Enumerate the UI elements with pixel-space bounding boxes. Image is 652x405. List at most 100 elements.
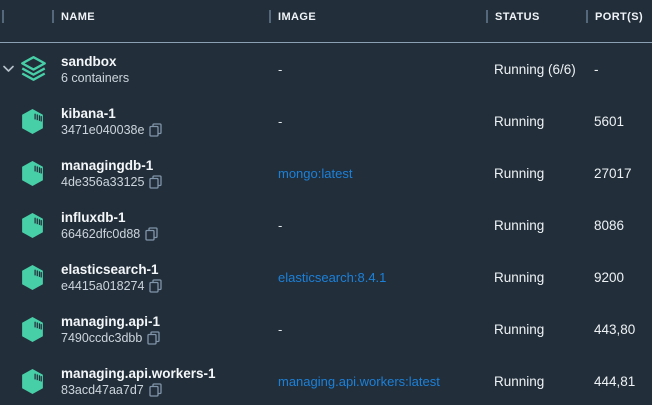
row-icon-cell (0, 108, 52, 135)
container-icon (20, 264, 45, 291)
image-link[interactable]: managing.api.workers:latest (278, 374, 440, 389)
name-cell: elasticsearch-1e4415a018274 (52, 261, 269, 294)
stack-icon (20, 55, 47, 83)
ports-cell: - (586, 62, 652, 77)
status-text: Running (494, 114, 544, 129)
table-header: NAME IMAGE STATUS PORT(S) (0, 0, 652, 43)
column-divider (486, 10, 488, 23)
container-name: influxdb-1 (61, 209, 126, 226)
image-cell: - (269, 114, 486, 129)
container-name: managing.api.workers-1 (61, 365, 216, 382)
ports-cell: 443,80 (586, 322, 652, 337)
status-text: Running (494, 218, 544, 233)
name-cell: kibana-13471e040038e (52, 105, 269, 138)
column-divider (2, 10, 4, 23)
container-icon (20, 212, 45, 239)
container-icon (20, 316, 45, 343)
column-divider (269, 10, 271, 23)
column-divider (586, 10, 588, 23)
image-cell: elasticsearch:8.4.1 (269, 270, 486, 285)
status-cell: Running (6/6) (486, 62, 586, 77)
container-name: managing.api-1 (61, 313, 160, 330)
status-cell: Running (486, 270, 586, 285)
row-icon-cell (0, 212, 52, 239)
table-row[interactable]: managing.api.workers-183acd47aa7d7managi… (0, 355, 652, 405)
image-link[interactable]: mongo:latest (278, 166, 352, 181)
row-icon-cell (0, 264, 52, 291)
container-id: 3471e040038e (61, 122, 144, 138)
copy-icon[interactable] (149, 279, 162, 293)
column-header-label: STATUS (495, 11, 540, 23)
status-cell: Running (486, 166, 586, 181)
name-cell: managingdb-14de356a33125 (52, 157, 269, 190)
container-subtext-row: 4de356a33125 (61, 174, 162, 190)
selection-column-header (0, 0, 52, 42)
copy-icon[interactable] (145, 227, 158, 241)
table-body: sandbox6 containers-Running (6/6)-kibana… (0, 43, 652, 405)
container-name: sandbox (61, 53, 117, 70)
row-icon-cell (0, 160, 52, 187)
copy-icon[interactable] (147, 331, 160, 345)
image-link[interactable]: elasticsearch:8.4.1 (278, 270, 386, 285)
container-subtext-row: 66462dfc0d88 (61, 226, 158, 242)
status-cell: Running (486, 322, 586, 337)
container-name: kibana-1 (61, 105, 116, 122)
container-subtext-row: e4415a018274 (61, 278, 162, 294)
status-cell: Running (486, 114, 586, 129)
name-cell: managing.api.workers-183acd47aa7d7 (52, 365, 269, 398)
column-header-image[interactable]: IMAGE (269, 0, 486, 42)
container-name: elasticsearch-1 (61, 261, 159, 278)
ports-text: 5601 (594, 114, 624, 129)
image-value: - (278, 218, 282, 233)
ports-text: 9200 (594, 270, 624, 285)
container-id: 83acd47aa7d7 (61, 382, 144, 398)
container-id: e4415a018274 (61, 278, 144, 294)
ports-text: 8086 (594, 218, 624, 233)
container-subtext-row: 7490ccdc3dbb (61, 330, 160, 346)
status-text: Running (6/6) (494, 62, 576, 77)
ports-text: - (594, 62, 599, 77)
image-cell: - (269, 218, 486, 233)
status-cell: Running (486, 374, 586, 389)
table-row[interactable]: influxdb-166462dfc0d88-Running8086 (0, 199, 652, 251)
column-header-name[interactable]: NAME (52, 0, 269, 42)
row-icon-cell (0, 368, 52, 395)
image-value: - (278, 62, 282, 77)
name-cell: influxdb-166462dfc0d88 (52, 209, 269, 242)
column-divider (52, 10, 54, 23)
column-header-label: PORT(S) (595, 11, 643, 23)
table-row[interactable]: sandbox6 containers - Running (6/6) - (0, 43, 652, 95)
container-id: 66462dfc0d88 (61, 226, 140, 242)
row-icon-cell (0, 55, 52, 83)
table-row[interactable]: managingdb-14de356a33125 mongo:latest Runn… (0, 147, 652, 199)
table-row[interactable]: kibana-13471e040038e-Running5601 (0, 95, 652, 147)
image-value: - (278, 322, 282, 337)
status-text: Running (494, 322, 544, 337)
ports-cell: 27017 (586, 166, 652, 181)
container-subtext-row: 3471e040038e (61, 122, 162, 138)
container-id: 7490ccdc3dbb (61, 330, 142, 346)
container-subtext-row: 6 containers (61, 70, 129, 86)
ports-cell: 5601 (586, 114, 652, 129)
chevron-down-icon[interactable] (3, 65, 14, 73)
column-header-ports[interactable]: PORT(S) (586, 0, 652, 42)
container-id: 4de356a33125 (61, 174, 144, 190)
status-text: Running (494, 166, 544, 181)
image-cell: - (269, 62, 486, 77)
ports-cell: 8086 (586, 218, 652, 233)
container-icon (20, 368, 45, 395)
ports-cell: 9200 (586, 270, 652, 285)
container-name: managingdb-1 (61, 157, 153, 174)
column-header-label: NAME (61, 11, 95, 23)
ports-cell: 444,81 (586, 374, 652, 389)
containers-table: NAME IMAGE STATUS PORT(S) sandbox6 conta… (0, 0, 652, 405)
column-header-status[interactable]: STATUS (486, 0, 586, 42)
image-cell: mongo:latest (269, 166, 486, 181)
table-row[interactable]: elasticsearch-1e4415a018274elasticsearch… (0, 251, 652, 303)
copy-icon[interactable] (149, 123, 162, 137)
column-header-label: IMAGE (278, 11, 316, 23)
ports-text: 27017 (594, 166, 632, 181)
copy-icon[interactable] (149, 175, 162, 189)
copy-icon[interactable] (149, 383, 162, 397)
table-row[interactable]: managing.api-17490ccdc3dbb - Running 443,80 (0, 303, 652, 355)
